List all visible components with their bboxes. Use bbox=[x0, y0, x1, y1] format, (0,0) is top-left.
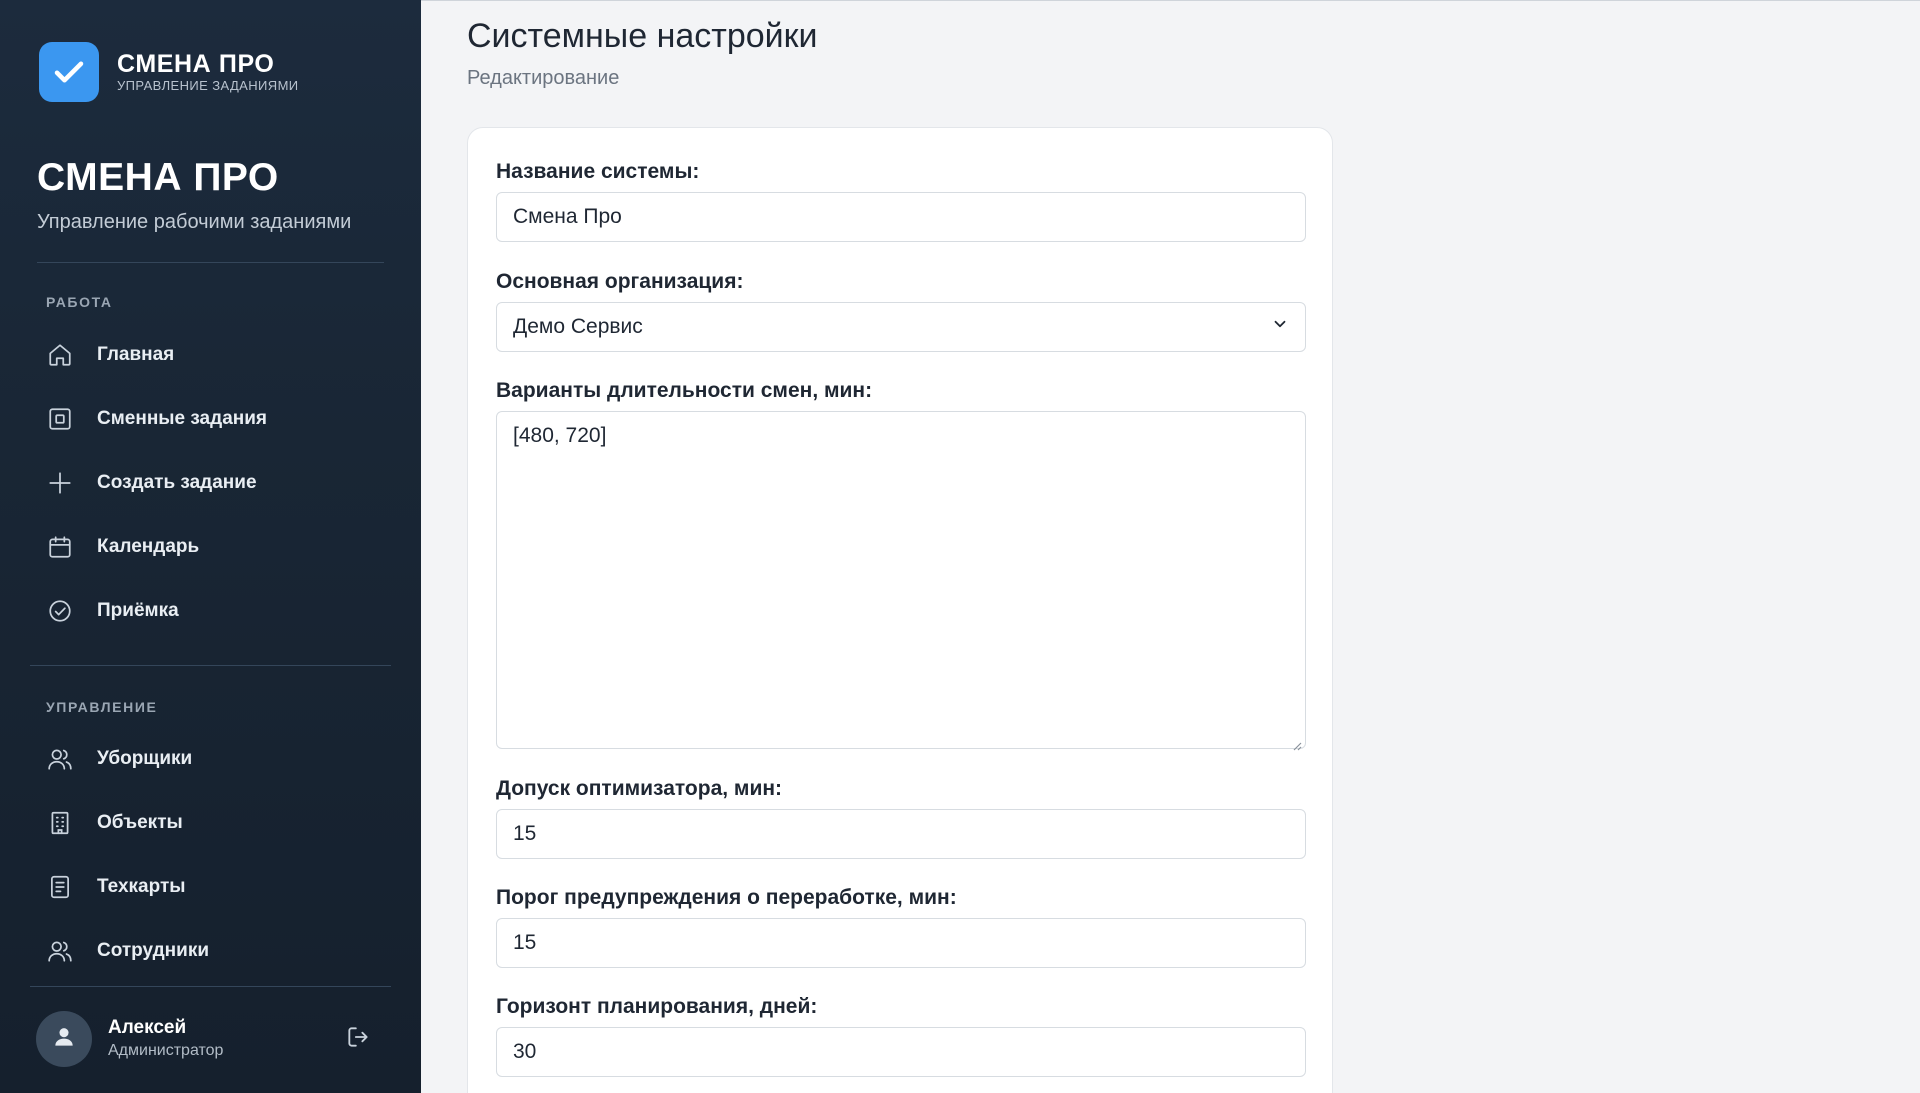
divider bbox=[37, 262, 384, 263]
logo[interactable]: СМЕНА ПРО УПРАВЛЕНИЕ ЗАДАНИЯМИ bbox=[39, 42, 299, 102]
logo-name: СМЕНА ПРО bbox=[117, 50, 275, 78]
logout-icon bbox=[345, 1024, 371, 1055]
logout-button[interactable] bbox=[342, 1023, 374, 1055]
users-icon bbox=[46, 745, 74, 773]
section-label-work: РАБОТА bbox=[46, 294, 113, 310]
building-icon bbox=[46, 809, 74, 837]
sidebar: СМЕНА ПРО УПРАВЛЕНИЕ ЗАДАНИЯМИ СМЕНА ПРО… bbox=[0, 0, 421, 1093]
nav-item-label: Сменные задания bbox=[97, 408, 267, 429]
brand-title: СМЕНА ПРО bbox=[37, 156, 279, 199]
shift-durations-textarea[interactable]: [480, 720] bbox=[496, 411, 1306, 751]
page-title: Системные настройки bbox=[467, 17, 818, 55]
user-profile[interactable]: Алексей Администратор bbox=[36, 1011, 376, 1067]
user-icon bbox=[51, 1024, 77, 1055]
overtime-threshold-value: 15 bbox=[513, 931, 537, 954]
overtime-threshold-label: Порог предупреждения о переработке, мин: bbox=[496, 886, 957, 909]
overtime-threshold-input[interactable]: 15 bbox=[496, 918, 1306, 968]
organization-select[interactable]: Демо Сервис bbox=[496, 302, 1306, 352]
page-subtitle: Редактирование bbox=[467, 67, 620, 89]
nav-item-home[interactable]: Главная bbox=[30, 329, 390, 381]
home-icon bbox=[46, 341, 74, 369]
shift-durations-label: Варианты длительности смен, мин: bbox=[496, 379, 873, 402]
nav-item-cleaners[interactable]: Уборщики bbox=[30, 733, 390, 785]
divider bbox=[30, 665, 391, 666]
document-icon bbox=[46, 873, 74, 901]
brand-subtitle: Управление рабочими заданиями bbox=[37, 211, 352, 233]
nav-item-label: Календарь bbox=[97, 536, 200, 557]
system-name-label: Название системы: bbox=[496, 160, 700, 183]
user-role: Администратор bbox=[108, 1042, 224, 1059]
system-name-value: Смена Про bbox=[513, 205, 622, 228]
nav-item-calendar[interactable]: Календарь bbox=[30, 521, 390, 573]
resize-handle-icon[interactable] bbox=[1290, 733, 1302, 751]
square-icon bbox=[46, 405, 74, 433]
optimizer-tolerance-label: Допуск оптимизатора, мин: bbox=[496, 777, 783, 800]
nav-item-objects[interactable]: Объекты bbox=[30, 797, 390, 849]
shift-durations-value: [480, 720] bbox=[513, 424, 607, 447]
users-icon bbox=[46, 937, 74, 965]
nav-item-label: Приёмка bbox=[97, 600, 179, 621]
system-name-input[interactable]: Смена Про bbox=[496, 192, 1306, 242]
nav-item-techcards[interactable]: Техкарты bbox=[30, 861, 390, 913]
check-icon bbox=[39, 42, 99, 102]
nav-item-label: Уборщики bbox=[97, 748, 193, 769]
app: СМЕНА ПРО УПРАВЛЕНИЕ ЗАДАНИЯМИ СМЕНА ПРО… bbox=[0, 0, 1920, 1093]
nav-item-shift-tasks[interactable]: Сменные задания bbox=[30, 393, 390, 445]
calendar-icon bbox=[46, 533, 74, 561]
chevron-down-icon bbox=[1271, 315, 1289, 339]
divider bbox=[30, 986, 391, 987]
planning-horizon-input[interactable]: 30 bbox=[496, 1027, 1306, 1077]
nav-item-acceptance[interactable]: Приёмка bbox=[30, 585, 390, 637]
nav-item-label: Главная bbox=[97, 344, 175, 365]
section-label-management: УПРАВЛЕНИЕ bbox=[46, 699, 158, 715]
nav-item-label: Сотрудники bbox=[97, 940, 210, 961]
organization-value: Демо Сервис bbox=[513, 315, 643, 338]
plus-icon bbox=[46, 469, 74, 497]
nav-item-employees[interactable]: Сотрудники bbox=[30, 925, 390, 977]
planning-horizon-value: 30 bbox=[513, 1040, 537, 1063]
user-name: Алексей bbox=[108, 1017, 187, 1038]
nav-item-label: Техкарты bbox=[97, 876, 186, 897]
optimizer-tolerance-value: 15 bbox=[513, 822, 537, 845]
check-circle-icon bbox=[46, 597, 74, 625]
nav-item-label: Объекты bbox=[97, 812, 183, 833]
settings-card: Название системы: Смена Про Основная орг… bbox=[467, 127, 1333, 1093]
main-content: Системные настройки Редактирование Назва… bbox=[421, 0, 1920, 1093]
optimizer-tolerance-input[interactable]: 15 bbox=[496, 809, 1306, 859]
planning-horizon-label: Горизонт планирования, дней: bbox=[496, 995, 818, 1018]
organization-label: Основная организация: bbox=[496, 270, 744, 293]
nav-item-label: Создать задание bbox=[97, 472, 257, 493]
nav-item-create-task[interactable]: Создать задание bbox=[30, 457, 390, 509]
logo-tagline: УПРАВЛЕНИЕ ЗАДАНИЯМИ bbox=[117, 78, 299, 93]
avatar bbox=[36, 1011, 92, 1067]
